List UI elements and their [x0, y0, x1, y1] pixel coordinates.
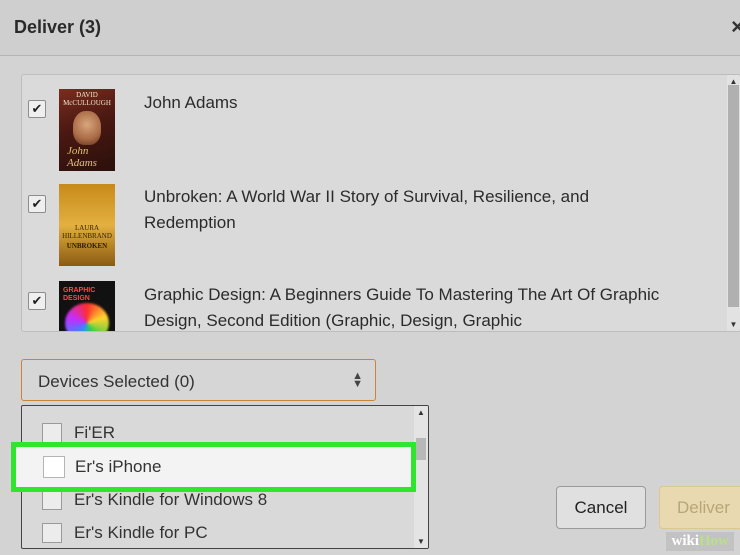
book-list-scrollbar[interactable]: ▲ ▼ [727, 75, 740, 331]
dialog-title: Deliver (3) [14, 17, 102, 37]
scroll-down-icon[interactable]: ▼ [727, 320, 740, 329]
cancel-button[interactable]: Cancel [556, 486, 646, 529]
watermark-how: How [699, 533, 729, 549]
deliver-dialog: Deliver (3) × ✔ DAVID McCULLOUGH John Ad… [0, 0, 740, 555]
scroll-up-icon[interactable]: ▲ [414, 408, 428, 417]
highlighted-device-option[interactable]: Er's iPhone [11, 442, 416, 492]
book-list[interactable]: ✔ DAVID McCULLOUGH John Adams John Adams… [21, 74, 740, 332]
updown-icon: ▲ ▼ [352, 370, 363, 390]
cover-text: DAVID [76, 91, 98, 99]
book-title: Graphic Design: A Beginners Guide To Mas… [144, 285, 660, 330]
device-option[interactable]: Er's Kindle for PC [22, 518, 414, 548]
device-checkbox[interactable] [42, 423, 62, 443]
device-checkbox[interactable] [42, 523, 62, 543]
device-label: Er's iPhone [75, 457, 162, 476]
scroll-down-icon[interactable]: ▼ [414, 537, 428, 546]
scrollbar-thumb[interactable] [416, 438, 426, 460]
book-title: John Adams [144, 93, 238, 112]
cover-text: LAURA HILLENBRAND [62, 224, 112, 240]
cover-text: GRAPHIC DESIGN [63, 287, 96, 302]
device-checkbox[interactable] [43, 456, 65, 478]
book-title: Unbroken: A World War II Story of Surviv… [144, 187, 590, 232]
book-checkbox[interactable]: ✔ [28, 292, 46, 310]
portrait-image [73, 111, 101, 145]
wikihow-watermark: wikiHow [666, 532, 734, 551]
cover-signature: John Adams [67, 145, 97, 169]
watermark-wiki: wiki [671, 533, 699, 549]
book-cover-image: GRAPHIC DESIGN [59, 281, 115, 331]
scrollbar-thumb[interactable] [728, 85, 739, 307]
book-checkbox[interactable]: ✔ [28, 195, 46, 213]
cover-text: McCULLOUGH [63, 99, 111, 107]
book-cover-image: LAURA HILLENBRAND UNBROKEN [59, 184, 115, 266]
dialog-header: Deliver (3) × [0, 0, 740, 56]
device-label: Fi'ER [74, 423, 116, 442]
device-label: Er's Kindle for PC [74, 523, 208, 542]
book-cover-image: DAVID McCULLOUGH John Adams [59, 89, 115, 171]
devices-select[interactable]: Devices Selected (0) ▲ ▼ [21, 359, 376, 401]
cover-text: UNBROKEN [66, 242, 108, 250]
device-label: Er's Kindle for Windows 8 [74, 490, 268, 509]
dropdown-scrollbar[interactable]: ▲ ▼ [414, 406, 428, 548]
close-icon[interactable]: × [731, 14, 740, 40]
device-checkbox[interactable] [42, 490, 62, 510]
deliver-button[interactable]: Deliver [659, 486, 740, 529]
devices-select-label: Devices Selected (0) [38, 372, 195, 391]
cover-art [65, 303, 109, 331]
book-checkbox[interactable]: ✔ [28, 100, 46, 118]
